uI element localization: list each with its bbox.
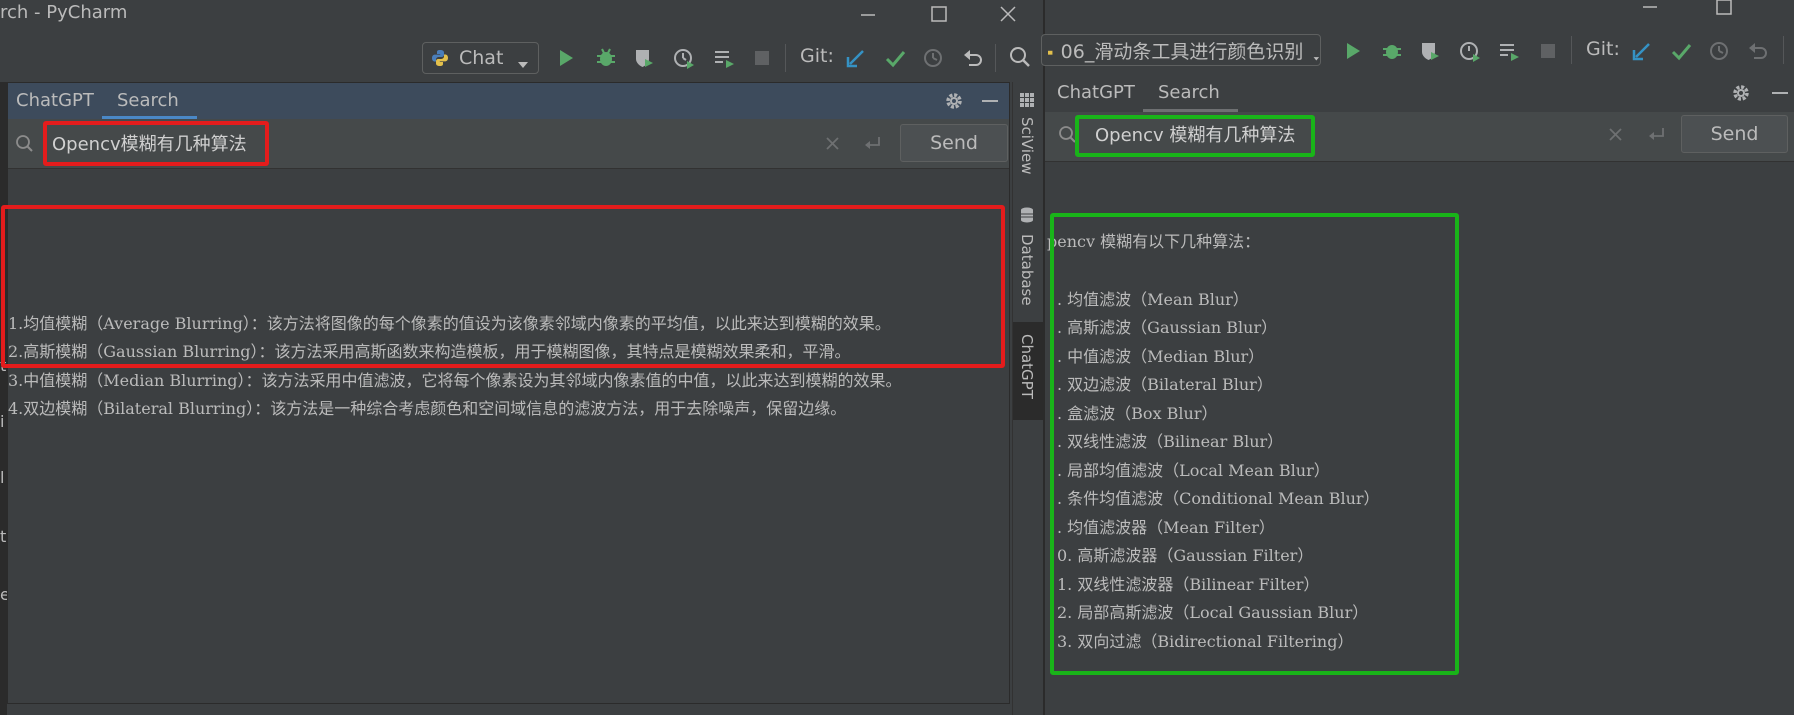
run-concurrency-icon[interactable] [1498, 40, 1520, 62]
search-everywhere-icon[interactable] [1009, 46, 1031, 68]
python-icon [1048, 41, 1055, 59]
chatgpt-tool-window: ChatGPT Search Opencv模糊有几种算法 Send 1.均值模糊… [7, 82, 1010, 704]
answer-line: 4.双边模糊（Bilateral Blurring）：该方法是一种综合考虑颜色和… [8, 399, 847, 418]
gear-icon[interactable] [943, 90, 965, 112]
toolbar-separator [995, 44, 996, 72]
tool-window-header: ChatGPT Search [8, 83, 1009, 119]
vcs-update-icon[interactable] [845, 47, 867, 69]
gutter-char: i [0, 412, 5, 431]
answer-line: 3.中值模糊（Median Blurring）：该方法采用中值滤波，它将每个像素… [8, 371, 902, 390]
side-tab-database[interactable]: Database [1018, 234, 1036, 306]
side-tab-chatgpt[interactable]: ChatGPT [1018, 334, 1036, 399]
left-toolbar: Chat Git: [0, 30, 1043, 82]
sciview-icon [1018, 91, 1036, 109]
chevron-down-icon [517, 53, 529, 68]
rollback-icon[interactable] [962, 47, 984, 69]
maximize-icon[interactable] [1711, 0, 1737, 20]
editor-gutter [0, 82, 7, 715]
rollback-icon[interactable] [1747, 40, 1769, 62]
vcs-commit-icon[interactable] [1670, 40, 1692, 62]
debug-icon[interactable] [595, 47, 617, 69]
tab-chatgpt[interactable]: ChatGPT [1057, 82, 1135, 103]
minimize-icon[interactable] [1637, 0, 1663, 20]
gutter-char: l [0, 468, 5, 487]
run-icon[interactable] [1342, 40, 1364, 62]
tool-window-header: ChatGPT Search [1045, 76, 1794, 112]
side-tab-sciview[interactable]: SciView [1018, 117, 1036, 175]
newline-icon[interactable] [1645, 124, 1667, 146]
tab-search[interactable]: Search [117, 90, 179, 111]
git-label: Git: [1586, 38, 1620, 60]
minimize-icon[interactable] [855, 2, 881, 28]
vcs-commit-icon[interactable] [884, 47, 906, 69]
annotation-box-answer [1050, 213, 1459, 675]
send-button[interactable]: Send [1681, 115, 1788, 153]
hide-panel-icon[interactable] [979, 90, 1001, 112]
close-icon[interactable] [995, 1, 1021, 27]
hide-panel-icon[interactable] [1769, 82, 1791, 104]
tool-strip: SciView Database ChatGPT [1012, 82, 1044, 715]
git-label: Git: [800, 45, 834, 67]
clear-icon[interactable] [822, 133, 844, 155]
annotation-box-question [43, 121, 269, 166]
run-config-dropdown[interactable]: Chat [422, 42, 539, 74]
chevron-down-icon [1313, 45, 1320, 61]
profile-icon[interactable] [673, 47, 695, 69]
left-title-bar: rch - PyCharm [0, 0, 1043, 30]
run-concurrency-icon[interactable] [713, 47, 735, 69]
profile-icon[interactable] [1459, 40, 1481, 62]
coverage-icon[interactable] [633, 47, 655, 69]
vcs-history-icon[interactable] [922, 47, 944, 69]
clear-icon[interactable] [1605, 124, 1627, 146]
run-icon[interactable] [555, 47, 577, 69]
toolbar-separator [1783, 36, 1784, 64]
newline-icon[interactable] [861, 133, 883, 155]
toolbar-separator [1571, 36, 1572, 64]
left-window: rch - PyCharm Chat Git: t i l t e ChatGP… [0, 0, 1044, 715]
window-title: rch - PyCharm [0, 2, 128, 23]
stop-icon[interactable] [1537, 40, 1559, 62]
search-icon [14, 133, 36, 155]
coverage-icon[interactable] [1419, 40, 1441, 62]
stop-icon[interactable] [751, 47, 773, 69]
send-button[interactable]: Send [900, 124, 1008, 162]
toolbar-separator [785, 44, 786, 72]
python-icon [431, 49, 449, 67]
gutter-char: t [0, 527, 7, 546]
vcs-update-icon[interactable] [1631, 40, 1653, 62]
run-config-dropdown[interactable]: 06_滑动条工具进行颜色识别 [1041, 34, 1321, 66]
database-icon [1018, 206, 1036, 224]
annotation-box-answer [1, 205, 1005, 368]
right-window: 06_滑动条工具进行颜色识别 Git: ChatGPT Search Openc… [1041, 0, 1794, 715]
maximize-icon[interactable] [926, 1, 952, 27]
right-toolbar: 06_滑动条工具进行颜色识别 Git: [1041, 26, 1794, 76]
run-config-label: Chat [459, 47, 504, 69]
tab-chatgpt[interactable]: ChatGPT [16, 90, 94, 111]
tab-search[interactable]: Search [1158, 82, 1220, 103]
debug-icon[interactable] [1381, 40, 1403, 62]
gear-icon[interactable] [1730, 82, 1752, 104]
vcs-history-icon[interactable] [1708, 40, 1730, 62]
run-config-label: 06_滑动条工具进行颜色识别 [1060, 40, 1304, 63]
annotation-box-question [1075, 115, 1315, 157]
